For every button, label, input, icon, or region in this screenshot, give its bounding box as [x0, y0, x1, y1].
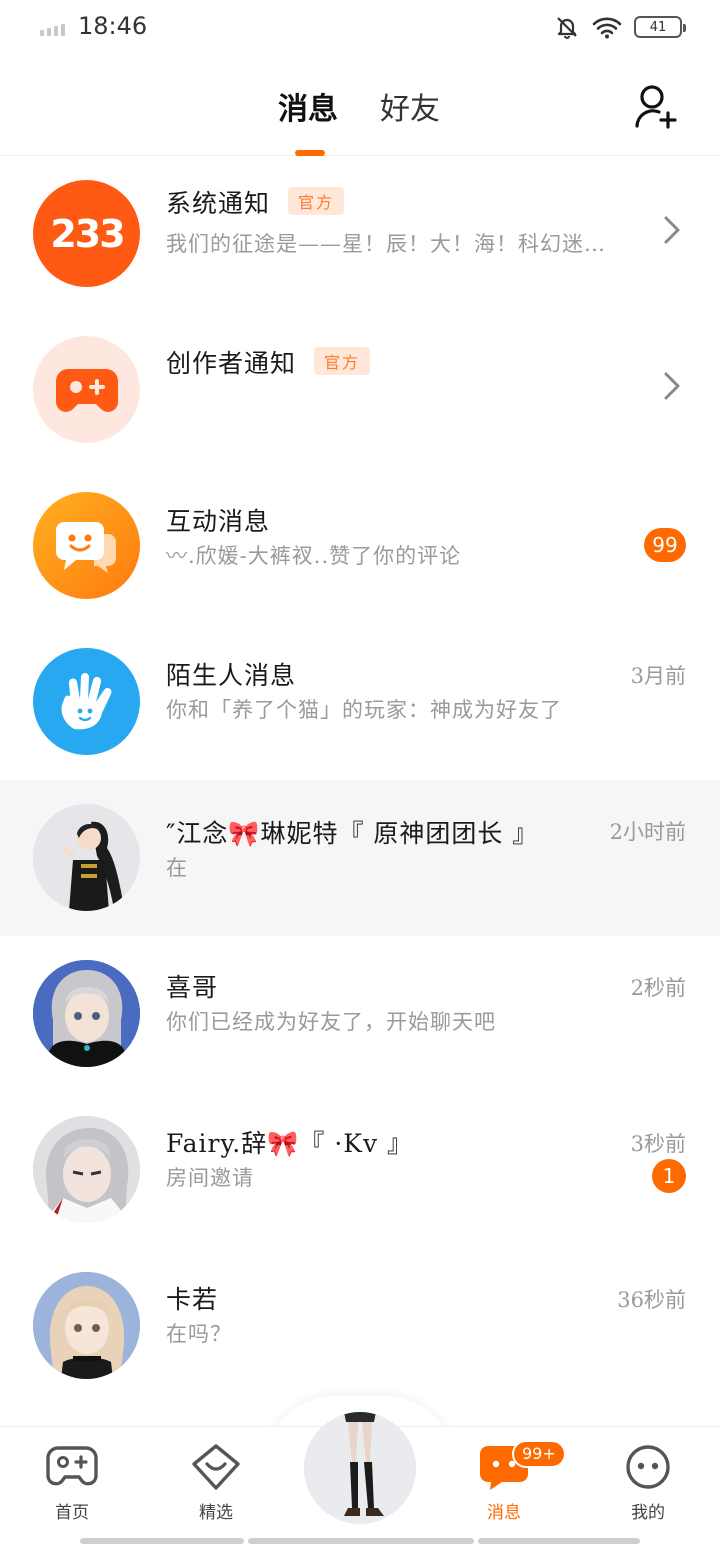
conversation-preview: 我们的征途是——星！辰！大！海！科幻迷…	[166, 232, 606, 256]
conversation-preview: 〰.欣媛-大裤衩..赞了你的评论	[166, 544, 462, 568]
nav-label: 我的	[631, 1503, 665, 1523]
character-legs-image	[304, 1412, 416, 1524]
character-avatar-image	[33, 1116, 140, 1223]
conversation-name: 互动消息	[166, 507, 271, 536]
chevron-right-icon	[664, 372, 680, 400]
status-icons: 41	[554, 14, 686, 40]
home-indicator	[248, 1538, 474, 1544]
conversation-preview: 房间邀请	[166, 1166, 254, 1190]
nav-label: 首页	[55, 1503, 89, 1523]
conversation-name: 陌生人消息	[166, 661, 297, 690]
conversation-user-fairy[interactable]: Fairy.辞🎀『 ·Kv 』 房间邀请 3秒前 1	[0, 1092, 720, 1248]
conversation-time: 2小时前	[609, 820, 686, 844]
header: 消息 好友	[0, 58, 720, 156]
user-avatar	[33, 960, 140, 1067]
nav-home[interactable]: 首页	[22, 1444, 122, 1523]
status-bar: 18:46 41	[0, 0, 720, 58]
conversation-creator-notice[interactable]: 创作者通知 官方	[0, 312, 720, 468]
gamepad-icon	[46, 1446, 98, 1486]
conversation-interaction[interactable]: 互动消息 〰.欣媛-大裤衩..赞了你的评论 99	[0, 468, 720, 624]
hand-icon	[61, 672, 112, 729]
user-avatar	[33, 804, 140, 911]
home-indicator	[80, 1538, 244, 1544]
svg-text:233: 233	[50, 214, 123, 254]
unread-badge: 99	[644, 528, 686, 562]
add-user-icon[interactable]	[632, 82, 680, 130]
wifi-icon	[592, 17, 622, 39]
status-time: 18:46	[78, 12, 148, 40]
tab-messages[interactable]: 消息	[278, 84, 338, 128]
conversation-time: 36秒前	[617, 1288, 686, 1312]
conversation-system-notice[interactable]: 233 系统通知 官方 我们的征途是——星！辰！大！海！科幻迷…	[0, 156, 720, 312]
interaction-avatar	[33, 492, 140, 599]
nav-label: 消息	[487, 1503, 521, 1523]
233-logo-mark: 233	[50, 214, 125, 254]
nav-mine[interactable]: 我的	[598, 1444, 698, 1523]
conversation-name: ″江念🎀琳妮特『 原神团团长 』	[166, 819, 539, 848]
conversation-user-karuo[interactable]: 卡若 在吗？ 36秒前	[0, 1248, 720, 1404]
conversation-time: 2秒前	[630, 976, 686, 1000]
unread-badge: 1	[652, 1159, 686, 1193]
conversation-name: 喜哥	[166, 973, 219, 1002]
creator-avatar	[33, 336, 140, 443]
conversation-preview: 你们已经成为好友了，开始聊天吧	[166, 1010, 496, 1034]
stranger-avatar	[33, 648, 140, 755]
conversation-preview: 你和「养了个猫」的玩家：神成为好友了	[166, 698, 562, 722]
character-avatar-image	[33, 1272, 140, 1379]
official-tag: 官方	[314, 347, 371, 375]
signal-icon	[40, 24, 65, 36]
nav-featured[interactable]: 精选	[166, 1444, 266, 1523]
user-avatar	[33, 1116, 140, 1223]
conversation-name: Fairy.辞🎀『 ·Kv 』	[166, 1129, 414, 1158]
face-icon	[626, 1445, 670, 1489]
mute-bell-icon	[557, 17, 577, 39]
conversation-time: 3月前	[630, 664, 686, 688]
character-avatar-image	[33, 804, 140, 911]
user-avatar	[33, 1272, 140, 1379]
conversation-name: 创作者通知 官方	[166, 344, 371, 380]
conversation-preview: 在吗？	[166, 1322, 232, 1346]
chat-bubble-icon	[55, 521, 116, 573]
conversation-user-jiangnian[interactable]: ″江念🎀琳妮特『 原神团团长 』 在 2小时前	[0, 780, 720, 936]
tab-friends[interactable]: 好友	[380, 84, 440, 128]
heart-box-icon	[192, 1444, 240, 1490]
conversation-user-xige[interactable]: 喜哥 你们已经成为好友了，开始聊天吧 2秒前	[0, 936, 720, 1092]
conversation-stranger[interactable]: 陌生人消息 你和「养了个猫」的玩家：神成为好友了 3月前	[0, 624, 720, 780]
nav-label: 精选	[199, 1503, 233, 1523]
messages-badge: 99+	[512, 1440, 566, 1468]
conversation-time: 3秒前	[630, 1132, 686, 1156]
character-avatar-image	[33, 960, 140, 1067]
conversation-name: 系统通知 官方	[166, 184, 345, 220]
chevron-right-icon	[664, 216, 680, 244]
233-logo: 233	[33, 180, 140, 287]
battery-icon: 41	[634, 16, 686, 38]
battery-level: 41	[649, 19, 667, 35]
home-indicator	[478, 1538, 640, 1544]
conversation-name: 卡若	[166, 1285, 219, 1314]
conversation-preview: 在	[166, 856, 188, 880]
gamepad-icon	[55, 368, 118, 412]
center-avatar-button[interactable]	[304, 1412, 416, 1524]
official-tag: 官方	[288, 187, 345, 215]
